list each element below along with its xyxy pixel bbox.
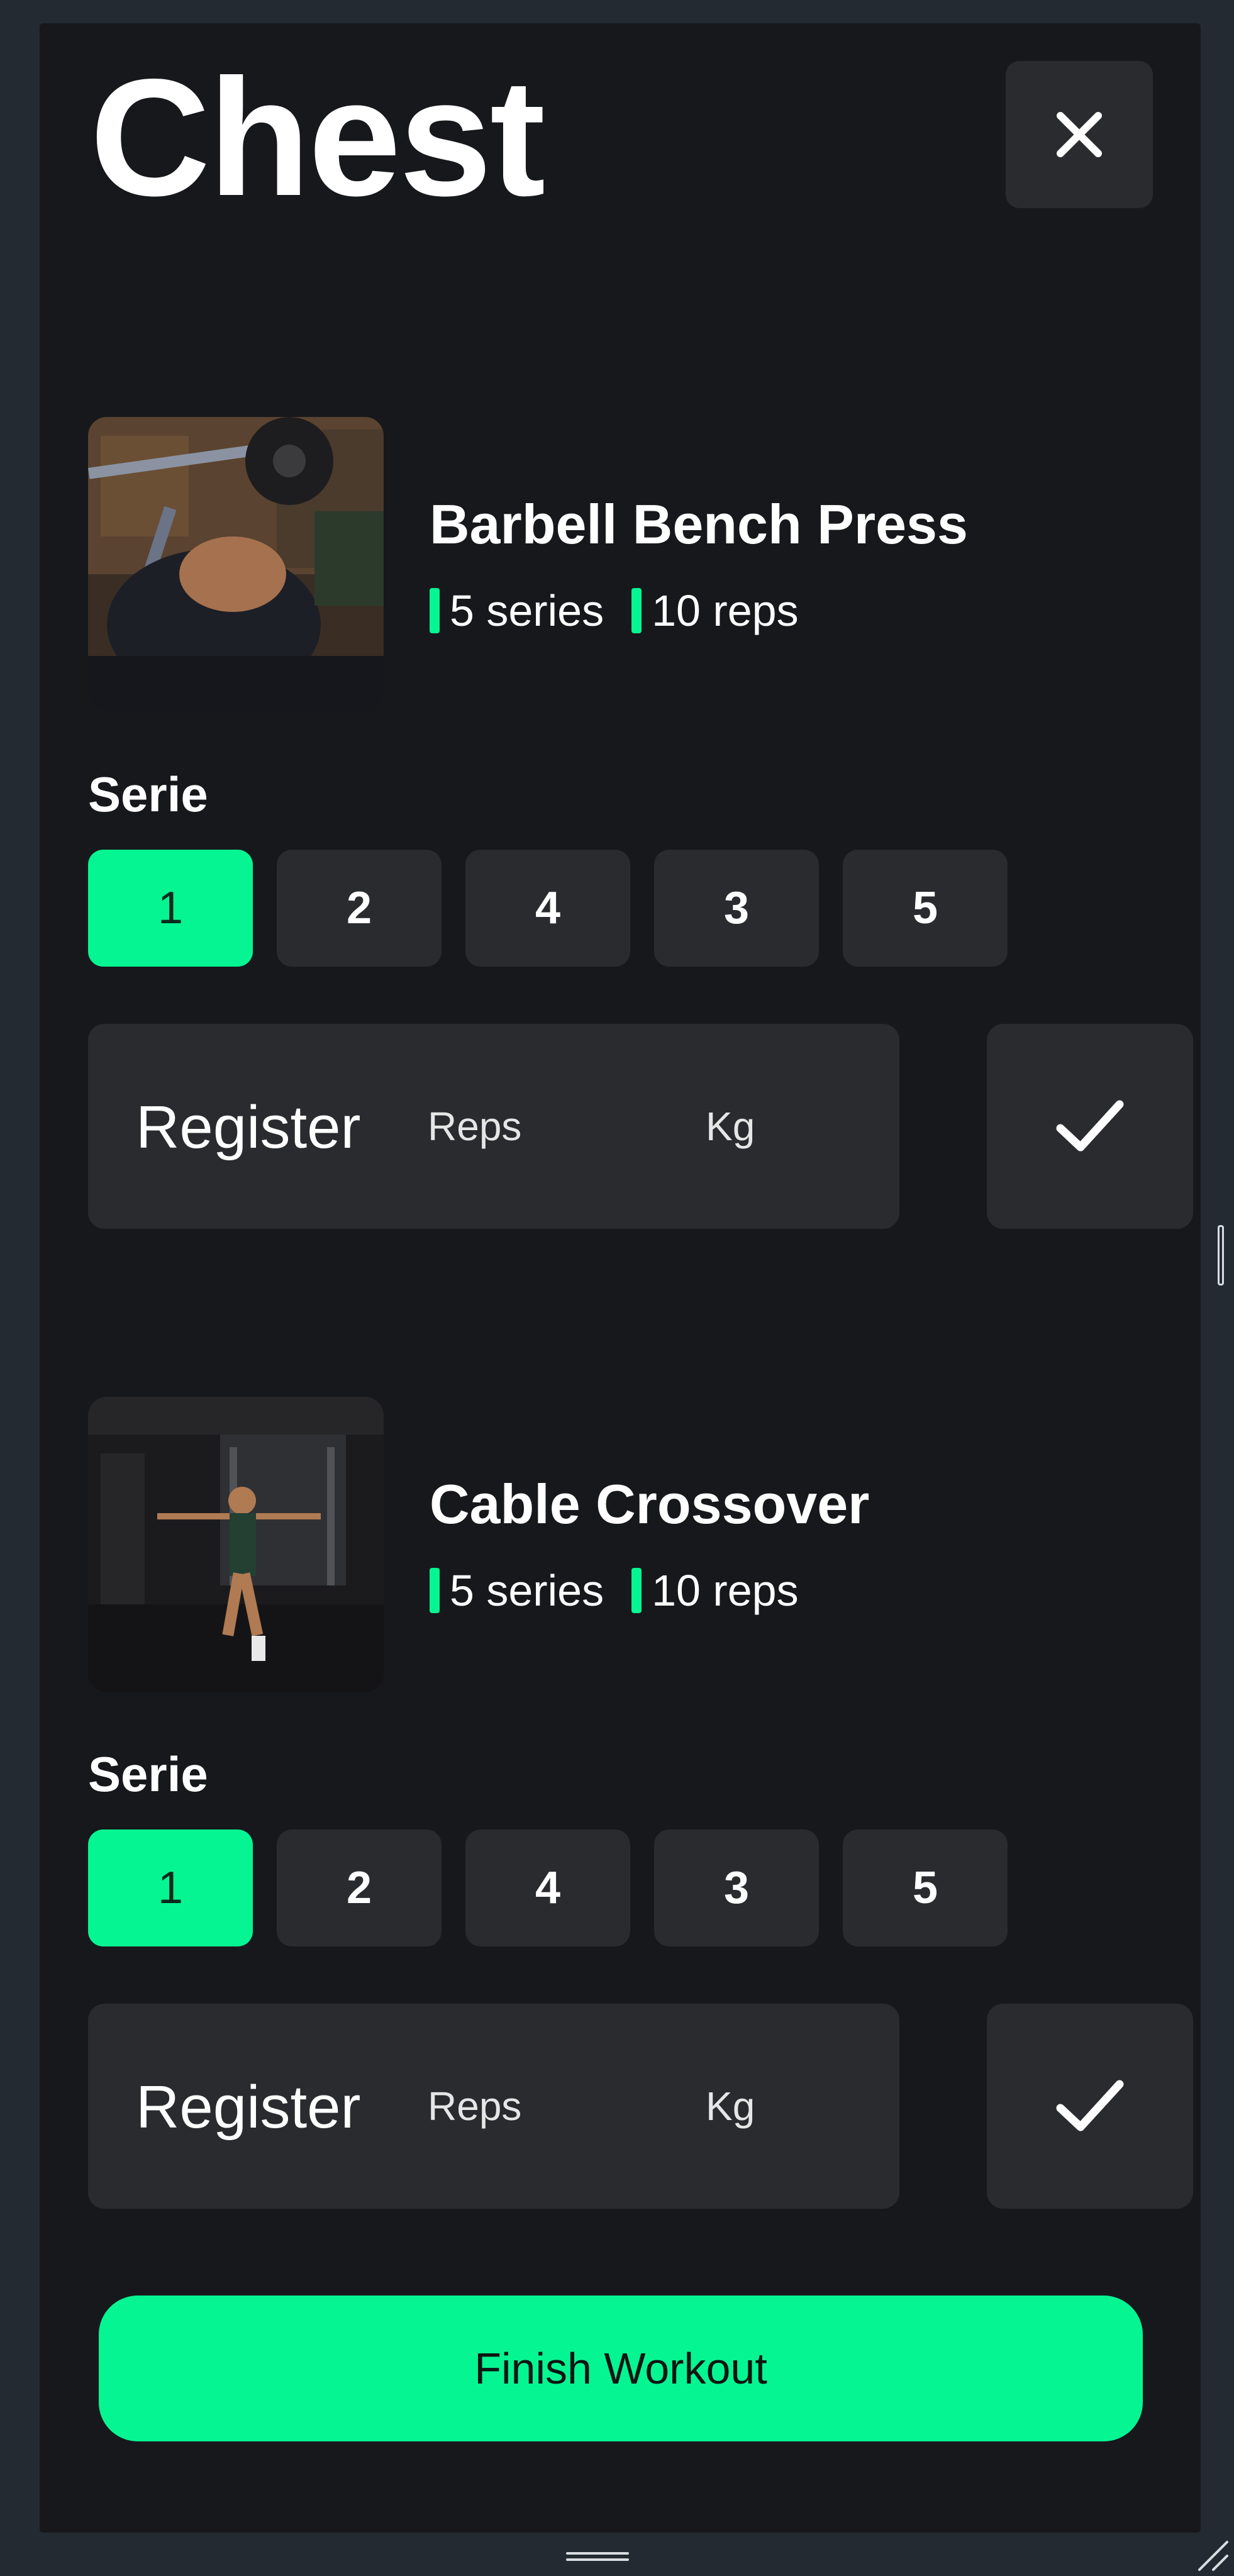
serie-button[interactable]: 5 bbox=[843, 1829, 1008, 1946]
series-indicator bbox=[430, 1568, 440, 1613]
series-indicator bbox=[430, 588, 440, 633]
reps-count: 10 reps bbox=[652, 586, 799, 635]
serie-button[interactable]: 1 bbox=[88, 850, 253, 967]
register-form: Register bbox=[88, 2004, 899, 2209]
confirm-set-button[interactable] bbox=[987, 1024, 1193, 1229]
register-form: Register bbox=[88, 1024, 899, 1229]
window-side-resize-handle[interactable] bbox=[1218, 1225, 1224, 1285]
reps-count: 10 reps bbox=[652, 1566, 799, 1615]
serie-selector: 1 2 4 3 5 bbox=[88, 1829, 1031, 1946]
exercise-card: Cable Crossover 5 series 10 reps Serie 1… bbox=[88, 1397, 1193, 2209]
exercise-name: Cable Crossover bbox=[430, 1473, 870, 1535]
kg-input[interactable] bbox=[706, 1092, 831, 1161]
page-title: Chest bbox=[90, 45, 545, 231]
exercise-meta: 5 series 10 reps bbox=[430, 1565, 799, 1616]
reps-indicator bbox=[631, 588, 642, 633]
confirm-set-button[interactable] bbox=[987, 2004, 1193, 2209]
checkmark-icon bbox=[1056, 2080, 1124, 2131]
exercise-image bbox=[88, 1397, 384, 1692]
register-label: Register bbox=[136, 1094, 361, 1161]
window-bottom-drag-handle[interactable] bbox=[566, 2552, 629, 2562]
exercise-name: Barbell Bench Press bbox=[430, 493, 968, 555]
serie-button[interactable]: 2 bbox=[277, 850, 442, 967]
serie-button[interactable]: 3 bbox=[654, 850, 819, 967]
serie-button[interactable]: 1 bbox=[88, 1829, 253, 1946]
serie-button[interactable]: 4 bbox=[465, 850, 630, 967]
reps-indicator bbox=[631, 1568, 642, 1613]
close-button[interactable] bbox=[1006, 61, 1153, 208]
register-label: Register bbox=[136, 2074, 361, 2141]
finish-workout-button[interactable]: Finish Workout bbox=[99, 2296, 1143, 2441]
serie-button[interactable]: 2 bbox=[277, 1829, 442, 1946]
exercise-card: Barbell Bench Press 5 series 10 reps Ser… bbox=[88, 417, 1193, 1229]
exercise-image bbox=[88, 417, 384, 713]
checkmark-icon bbox=[1056, 1100, 1124, 1152]
serie-button[interactable]: 4 bbox=[465, 1829, 630, 1946]
serie-selector: 1 2 4 3 5 bbox=[88, 850, 1031, 967]
series-count: 5 series bbox=[450, 1566, 604, 1615]
resize-grip-icon[interactable] bbox=[1192, 2534, 1230, 2572]
reps-input[interactable] bbox=[428, 1092, 579, 1161]
serie-label: Serie bbox=[88, 1746, 208, 1802]
close-icon bbox=[1057, 112, 1102, 157]
serie-button[interactable]: 3 bbox=[654, 1829, 819, 1946]
serie-button[interactable]: 5 bbox=[843, 850, 1008, 967]
reps-input[interactable] bbox=[428, 2072, 579, 2141]
series-count: 5 series bbox=[450, 586, 604, 635]
workout-window: Chest Barbell Bench Press 5 series 10 re… bbox=[40, 23, 1201, 2533]
kg-input[interactable] bbox=[706, 2072, 831, 2141]
exercise-meta: 5 series 10 reps bbox=[430, 586, 799, 636]
serie-label: Serie bbox=[88, 767, 208, 822]
